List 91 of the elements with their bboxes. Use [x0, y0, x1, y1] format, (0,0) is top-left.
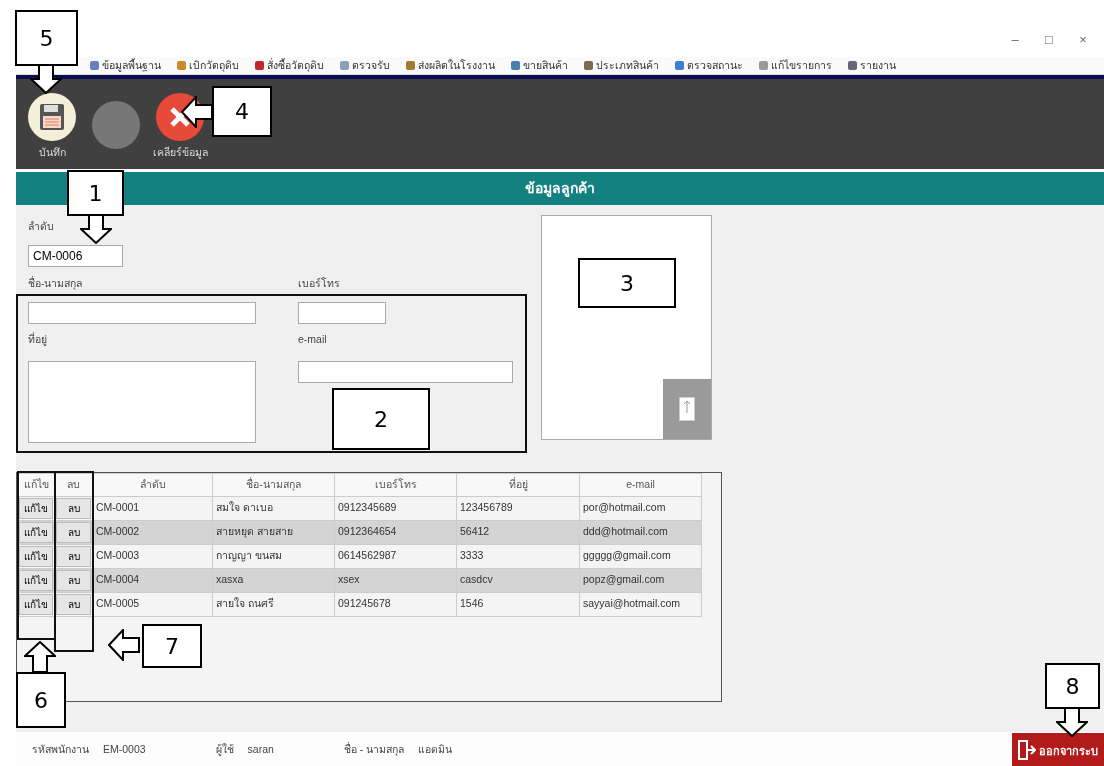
upload-icon	[679, 397, 695, 421]
table-cell: por@hotmail.com	[579, 496, 702, 521]
table-cell: xasxa	[212, 568, 335, 593]
callout-arrow	[80, 214, 112, 244]
table-cell: CM-0002	[92, 520, 213, 545]
table-cell: 1546	[456, 592, 580, 617]
table-cell: CM-0004	[92, 568, 213, 593]
table-cell: CM-0001	[92, 496, 213, 521]
address-field[interactable]	[28, 361, 256, 444]
close-icon	[169, 106, 191, 129]
callout-number: 4	[212, 86, 272, 137]
status-label: ผู้ใช้	[215, 741, 234, 758]
column-header: ลำดับ	[92, 473, 213, 497]
column-header: แก้ไข	[17, 473, 55, 497]
status-label: รหัสพนักงาน	[32, 741, 89, 757]
table-cell: CM-0003	[92, 544, 213, 569]
delete-button[interactable]: ลบ	[56, 593, 91, 615]
table-cell: สายใจ ถนศรี	[212, 592, 335, 617]
table-cell: กาญญา ขนสม	[212, 544, 335, 569]
edit-button[interactable]: แก้ไข	[19, 497, 53, 519]
callout-number: 3	[578, 258, 676, 308]
delete-button[interactable]: ลบ	[56, 497, 91, 519]
table-cell: 56412	[456, 520, 580, 545]
callout-number: 8	[1045, 663, 1100, 709]
column-header: ชื่อ-นามสกุล	[212, 473, 335, 497]
menu-item[interactable]: สั่งซื้อวัตถุดิบ	[255, 57, 324, 74]
table-cell: 0912364654	[334, 520, 457, 545]
delete-button[interactable]: ลบ	[56, 521, 91, 543]
callout-number: 1	[67, 170, 124, 216]
field-label: ลำดับ	[28, 219, 54, 234]
menu-item[interactable]: แก้ไขรายการ	[759, 57, 832, 74]
table-cell: popz@gmail.com	[579, 568, 702, 593]
callout-number: 7	[142, 624, 202, 669]
email-field[interactable]	[298, 361, 513, 384]
field-label: เบอร์โทร	[298, 275, 340, 291]
table-cell: xsex	[334, 568, 457, 593]
table-cell: 091245678	[334, 592, 457, 617]
callout-arrow	[108, 629, 140, 662]
menu-item[interactable]: ประเภทสินค้า	[584, 57, 659, 74]
callout-number: 5	[15, 10, 78, 66]
name-field[interactable]	[28, 301, 256, 324]
id-field[interactable]: CM-0006	[28, 244, 123, 267]
logout-button[interactable]: ออกจากระบ	[1012, 733, 1104, 766]
maximize-button[interactable]: □	[1032, 30, 1066, 57]
status-value: saran	[247, 741, 274, 757]
menu-item[interactable]: ส่งผลิตในโรงงาน	[406, 57, 495, 74]
table-cell: 0912345689	[334, 496, 457, 521]
exit-door-icon	[1018, 739, 1036, 760]
table-cell: sayyai@hotmail.com	[579, 592, 702, 617]
field-label: ชื่อ-นามสกุล	[28, 275, 83, 292]
header-title: ข้อมูลลูกค้า	[525, 179, 595, 199]
table-cell: 0614562987	[334, 544, 457, 569]
field-label: ที่อยู่	[28, 331, 47, 348]
edit-button[interactable]: แก้ไข	[19, 545, 53, 567]
callout-arrow	[24, 641, 56, 673]
column-header: ลบ	[54, 473, 93, 497]
table-cell: สมใจ ดาเบอ	[212, 496, 335, 521]
table-cell: ggggg@gmail.com	[579, 544, 702, 569]
field-label: e-mail	[298, 331, 327, 347]
status-label: ชื่อ - นามสกุล	[343, 741, 405, 758]
menu-item[interactable]: เบิกวัตถุดิบ	[177, 57, 239, 74]
edit-button[interactable]: แก้ไข	[19, 521, 53, 543]
toolbar-button[interactable]: บันทึก	[24, 85, 80, 169]
edit-button[interactable]: แก้ไข	[19, 569, 53, 591]
table-cell: สายหยุด สายสาย	[212, 520, 335, 545]
table-cell: ddd@hotmail.com	[579, 520, 702, 545]
minimize-button[interactable]: –	[998, 30, 1032, 57]
callout-arrow	[181, 96, 213, 128]
edit-button[interactable]: แก้ไข	[19, 593, 53, 615]
menu-item[interactable]: ตรวจรับ	[340, 57, 390, 74]
delete-button[interactable]: ลบ	[56, 545, 91, 567]
delete-button[interactable]: ลบ	[56, 569, 91, 591]
table-cell: 123456789	[456, 496, 580, 521]
menu-item[interactable]: รายงาน	[848, 57, 896, 74]
column-header: ที่อยู่	[456, 473, 580, 497]
status-value: EM-0003	[103, 741, 146, 757]
column-header: เบอร์โทร	[334, 473, 457, 497]
menu-item[interactable]: ขายสินค้า	[511, 57, 568, 74]
table-cell: CM-0005	[92, 592, 213, 617]
callout-number: 6	[16, 672, 66, 728]
table-cell: casdcv	[456, 568, 580, 593]
close-button[interactable]: ×	[1066, 30, 1100, 57]
callout-number: 2	[332, 388, 430, 450]
upload-button[interactable]	[663, 379, 711, 439]
callout-arrow	[1056, 707, 1088, 737]
phone-field[interactable]	[298, 301, 386, 324]
menu-item[interactable]: ข้อมูลพื้นฐาน	[90, 57, 161, 74]
table-cell: 3333	[456, 544, 580, 569]
status-value: แอดมิน	[418, 741, 453, 757]
menu-item[interactable]: ตรวจสถานะ	[675, 57, 743, 74]
column-header: e-mail	[579, 473, 702, 497]
